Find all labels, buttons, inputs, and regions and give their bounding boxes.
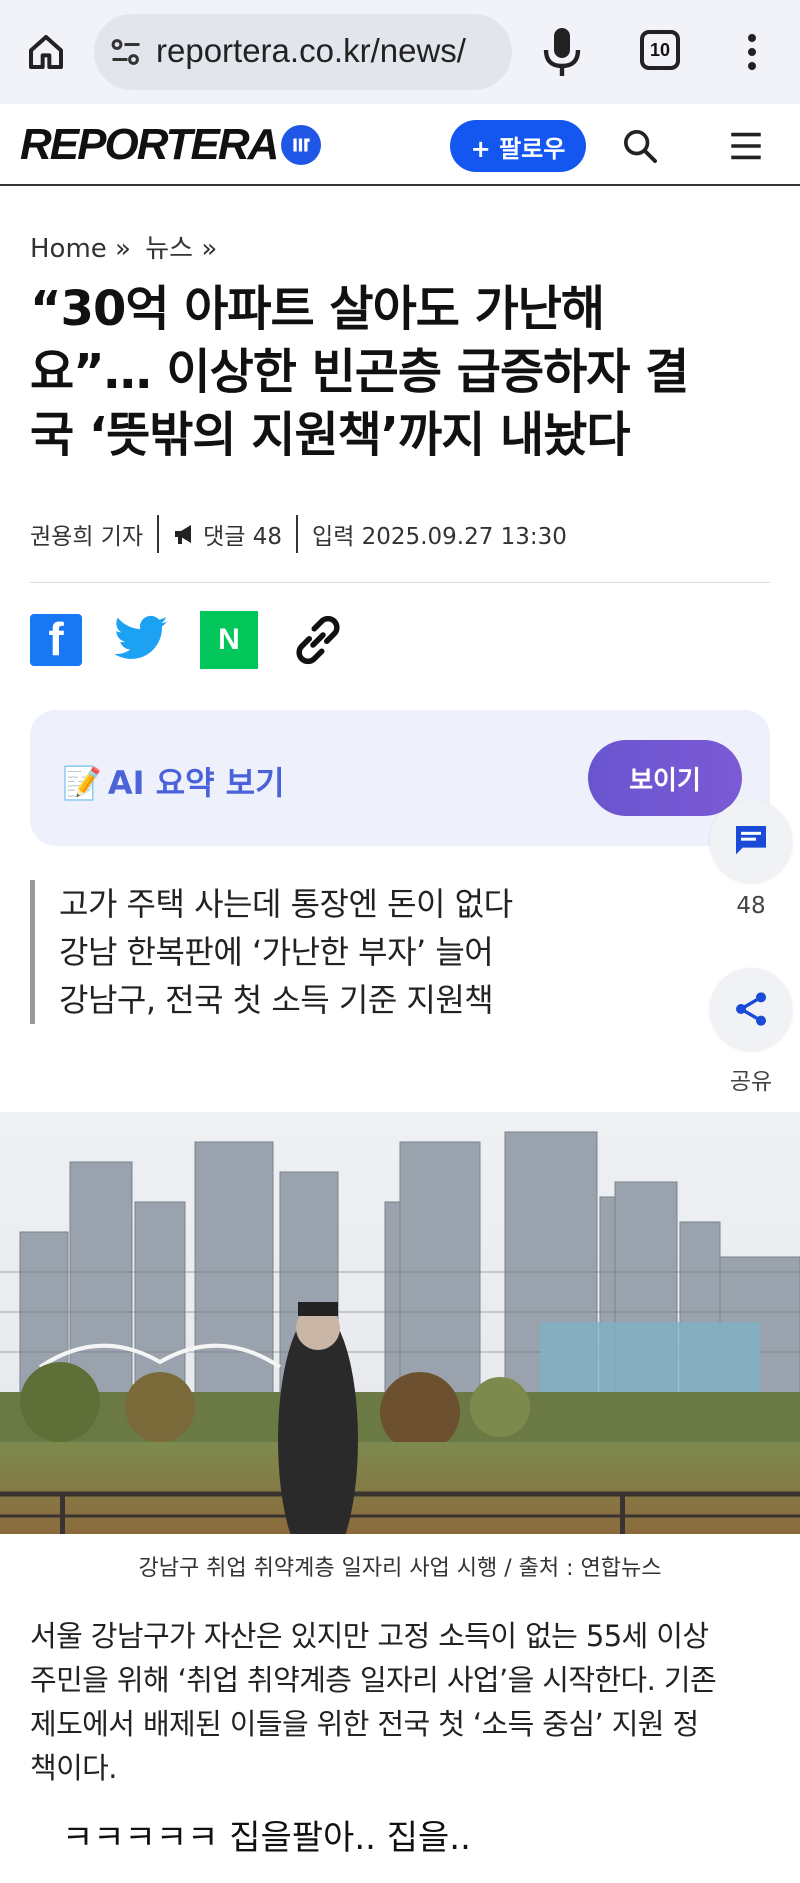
overlay-comment-bar: ㅋㅋㅋㅋㅋ 집을팔아.. 집을.. xyxy=(0,1784,800,1883)
site-logo[interactable]: REPORTERA xyxy=(20,118,322,172)
share-icon xyxy=(736,992,766,1026)
floating-comment-count: 48 xyxy=(736,893,766,919)
published-date: 입력 2025.09.27 13:30 xyxy=(312,524,567,550)
article-meta: 권용희 기자 댓글 48 입력 2025.09.27 13:30 xyxy=(30,514,567,554)
breadcrumb-home[interactable]: Home » xyxy=(30,234,131,264)
headline-line: 요”… 이상한 빈곤층 급증하자 결 xyxy=(30,344,689,400)
logo-badge-icon xyxy=(281,125,322,165)
site-header: REPORTERA + 팔로우 xyxy=(0,104,800,186)
comment-count-text: 댓글 48 xyxy=(203,524,283,550)
megaphone-icon xyxy=(175,525,192,544)
breadcrumb: Home » 뉴스 » xyxy=(30,228,223,265)
article-body: 서울 강남구가 자산은 있지만 고정 소득이 없는 55세 이상 주민을 위해 … xyxy=(30,1614,770,1790)
meta-divider xyxy=(296,515,299,553)
article-photo xyxy=(0,1112,800,1534)
body-line: 주민을 위해 ‘취업 취약계층 일자리 사업’을 시작한다. 기존 xyxy=(30,1663,717,1697)
memo-icon: 📝 xyxy=(62,764,102,802)
headline-line: “30억 아파트 살아도 가난해 xyxy=(30,281,605,337)
home-icon[interactable] xyxy=(22,28,70,76)
share-buttons: f N xyxy=(30,610,378,670)
tab-switcher-button[interactable]: 10 xyxy=(640,30,680,70)
ai-summary-panel: 📝 AI 요약 보기 보이기 xyxy=(30,710,770,846)
facebook-icon[interactable]: f xyxy=(30,614,82,666)
ai-summary-label: AI 요약 보기 xyxy=(107,764,285,802)
url-text: reportera.co.kr/news/ xyxy=(156,32,466,69)
meta-separator-line xyxy=(30,582,770,583)
floating-share-label: 공유 xyxy=(729,1069,773,1095)
photo-caption: 강남구 취업 취약계층 일자리 사업 시행 / 출처 : 연합뉴스 xyxy=(138,1556,662,1581)
author-name[interactable]: 권용희 기자 xyxy=(30,517,143,551)
logo-text: REPORTERA xyxy=(20,120,279,169)
browser-toolbar: reportera.co.kr/news/ 10 xyxy=(0,0,800,104)
comment-icon xyxy=(736,826,766,855)
twitter-icon[interactable] xyxy=(112,614,170,666)
article-summary: 고가 주택 사는데 통장엔 돈이 없다 강남 한복판에 ‘가난한 부자’ 늘어 … xyxy=(30,880,590,1024)
hamburger-menu-icon[interactable] xyxy=(726,128,766,164)
naver-icon[interactable]: N xyxy=(200,611,258,669)
floating-share-button[interactable] xyxy=(710,968,792,1050)
overlay-comment-text: ㅋㅋㅋㅋㅋ 집을팔아.. 집을.. xyxy=(62,1818,471,1858)
summary-line: 고가 주택 사는데 통장엔 돈이 없다 xyxy=(59,885,513,923)
ai-summary-show-button[interactable]: 보이기 xyxy=(588,740,742,816)
comment-link[interactable]: 댓글 48 xyxy=(173,517,282,551)
headline-line: 국 ‘뜻밖의 지원책’까지 내놨다 xyxy=(30,407,631,463)
meta-divider xyxy=(157,515,160,553)
summary-line: 강남 한복판에 ‘가난한 부자’ 늘어 xyxy=(59,933,494,971)
address-bar[interactable]: reportera.co.kr/news/ xyxy=(94,14,512,90)
tab-count: 10 xyxy=(649,39,671,60)
breadcrumb-news[interactable]: 뉴스 » xyxy=(145,234,217,264)
microphone-icon[interactable] xyxy=(538,24,586,80)
body-line: 제도에서 배제된 이들을 위한 전국 첫 ‘소득 중심’ 지원 정 xyxy=(30,1707,699,1741)
more-menu-icon[interactable] xyxy=(740,28,764,76)
summary-line: 강남구, 전국 첫 소득 기준 지원책 xyxy=(59,981,494,1019)
floating-comment-button[interactable] xyxy=(710,800,792,882)
ai-summary-title: 📝 AI 요약 보기 xyxy=(62,758,285,804)
site-settings-icon[interactable] xyxy=(108,34,144,70)
copy-link-icon[interactable] xyxy=(288,610,348,670)
article-headline: “30억 아파트 살아도 가난해 요”… 이상한 빈곤층 급증하자 결 국 ‘뜻… xyxy=(30,278,770,467)
apartment-skyline-image xyxy=(0,1112,800,1534)
search-icon[interactable] xyxy=(620,126,660,166)
body-line: 서울 강남구가 자산은 있지만 고정 소득이 없는 55세 이상 xyxy=(30,1619,709,1653)
follow-button[interactable]: + 팔로우 xyxy=(450,120,586,172)
